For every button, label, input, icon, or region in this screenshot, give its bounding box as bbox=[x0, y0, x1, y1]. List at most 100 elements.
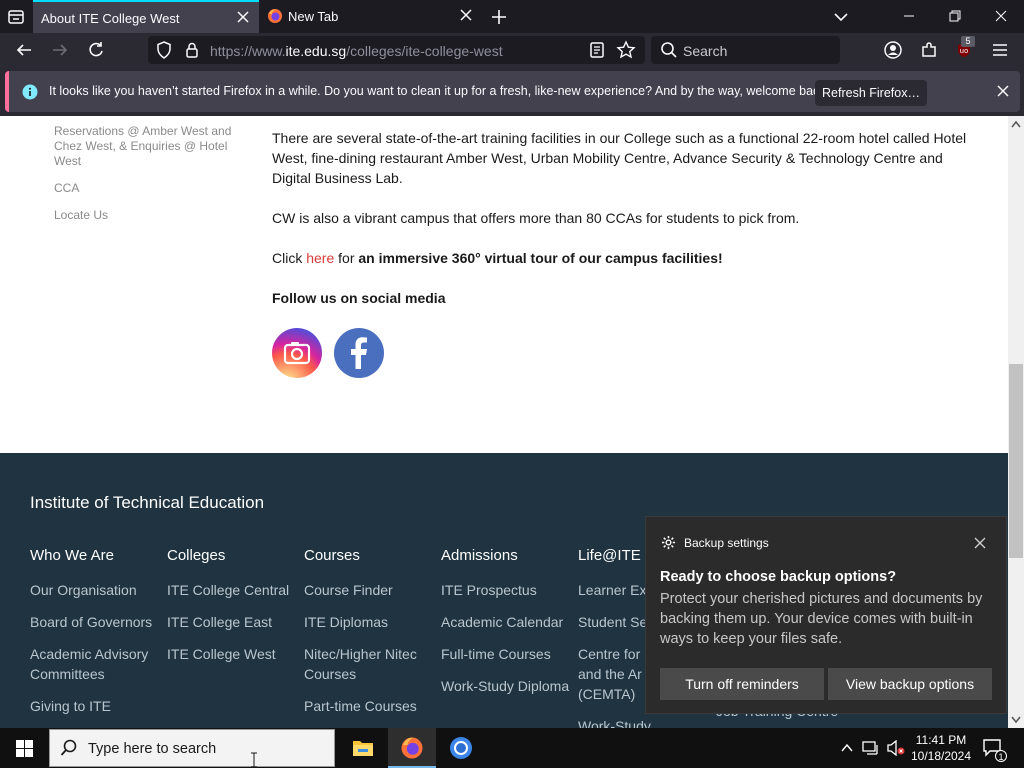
sidebar-item-reservations[interactable]: Reservations @ Amber West and Chez West,… bbox=[54, 124, 234, 169]
footer-link[interactable]: Course Finder bbox=[304, 580, 438, 600]
url-path: /colleges/ite-college-west bbox=[346, 43, 503, 59]
reload-icon[interactable] bbox=[86, 40, 106, 60]
facebook-icon[interactable] bbox=[334, 328, 384, 378]
footer-heading[interactable]: Admissions bbox=[441, 547, 575, 564]
reader-view-icon[interactable] bbox=[587, 40, 607, 60]
footer-heading[interactable]: Colleges bbox=[167, 547, 301, 564]
sidebar-item-locate-us[interactable]: Locate Us bbox=[54, 208, 234, 223]
footer-link[interactable]: Learner Ex bbox=[578, 580, 648, 600]
show-hidden-icons-chevron-up-icon[interactable] bbox=[840, 741, 854, 760]
close-notification-icon[interactable] bbox=[996, 84, 1010, 103]
tab-about-ite-college-west[interactable]: About ITE College West bbox=[33, 0, 259, 33]
account-icon[interactable] bbox=[883, 40, 903, 60]
info-icon bbox=[22, 84, 38, 105]
footer-heading[interactable]: Who We Are bbox=[30, 547, 164, 564]
cca-paragraph: CW is also a vibrant campus that offers … bbox=[272, 210, 800, 226]
refresh-firefox-button[interactable]: Refresh Firefox… bbox=[815, 80, 927, 106]
volume-muted-icon[interactable] bbox=[886, 739, 906, 761]
close-toast-icon[interactable] bbox=[974, 536, 986, 554]
url-text[interactable]: https://www.ite.edu.sg/colleges/ite-coll… bbox=[210, 43, 503, 59]
close-tab-icon[interactable] bbox=[236, 10, 250, 24]
footer-link[interactable]: Student Se bbox=[578, 612, 648, 632]
footer-link[interactable]: Academic Advisory Committees bbox=[30, 644, 164, 684]
refresh-firefox-notification: It looks like you haven’t started Firefo… bbox=[0, 67, 1024, 116]
bookmark-star-icon[interactable] bbox=[616, 40, 636, 60]
tour-prefix: Click bbox=[272, 250, 307, 266]
svg-text:uo: uo bbox=[960, 47, 969, 55]
scroll-thumb[interactable] bbox=[1009, 364, 1023, 558]
restore-icon[interactable] bbox=[932, 0, 978, 33]
text-cursor-icon bbox=[250, 752, 258, 768]
instagram-icon[interactable] bbox=[272, 328, 322, 378]
shield-icon[interactable] bbox=[154, 40, 174, 60]
footer-heading[interactable]: Courses bbox=[304, 547, 438, 564]
minimize-icon[interactable] bbox=[886, 0, 932, 33]
search-placeholder: Search bbox=[683, 43, 728, 59]
clock-date: 10/18/2024 bbox=[910, 749, 972, 763]
chrome-taskbar-icon[interactable] bbox=[437, 728, 485, 768]
taskbar-search-box[interactable]: Type here to search bbox=[49, 729, 335, 768]
firefox-icon bbox=[267, 8, 283, 24]
list-all-tabs-chevron-down-icon[interactable] bbox=[831, 7, 851, 27]
footer-link[interactable]: Centre for and the Ar (CEMTA) bbox=[578, 644, 648, 704]
url-host: ite.edu.sg bbox=[285, 43, 347, 59]
footer-column-admissions: Admissions ITE Prospectus Academic Calen… bbox=[441, 547, 575, 708]
sidebar-item-cca[interactable]: CCA bbox=[54, 181, 234, 196]
new-tab-icon[interactable] bbox=[488, 6, 510, 28]
extensions-puzzle-icon[interactable] bbox=[919, 40, 939, 60]
footer-link[interactable]: Board of Governors bbox=[30, 612, 164, 632]
footer-link[interactable]: ITE College Central bbox=[167, 580, 301, 600]
footer-link[interactable]: Work-Study Diploma bbox=[441, 676, 575, 696]
forward-arrow-icon[interactable] bbox=[50, 40, 70, 60]
footer-link[interactable]: ITE Prospectus bbox=[441, 580, 575, 600]
footer-title: Institute of Technical Education bbox=[30, 493, 265, 512]
search-bar[interactable]: Search bbox=[651, 36, 840, 64]
gear-icon bbox=[661, 535, 676, 555]
url-bar[interactable]: https://www.ite.edu.sg/colleges/ite-coll… bbox=[148, 36, 645, 64]
footer-link[interactable]: ITE College East bbox=[167, 612, 301, 632]
footer-link[interactable]: ITE Diplomas bbox=[304, 612, 438, 632]
system-clock[interactable]: 11:41 PM 10/18/2024 bbox=[908, 732, 974, 764]
back-arrow-icon[interactable] bbox=[14, 40, 34, 60]
footer-link[interactable]: ITE College West bbox=[167, 644, 301, 664]
tab-bar: About ITE College West New Tab bbox=[0, 0, 1024, 33]
footer-column-colleges: Colleges ITE College Central ITE College… bbox=[167, 547, 301, 676]
footer-link[interactable]: Part-time Courses bbox=[304, 696, 438, 716]
scroll-up-icon[interactable] bbox=[1011, 120, 1021, 128]
network-icon[interactable] bbox=[862, 740, 880, 761]
footer-link[interactable]: Full-time Courses bbox=[441, 644, 575, 664]
file-explorer-icon[interactable] bbox=[339, 728, 387, 768]
footer-link[interactable]: Our Organisation bbox=[30, 580, 164, 600]
footer-link[interactable]: Nitec/Higher Nitec Courses bbox=[304, 644, 438, 684]
toast-body: Protect your cherished pictures and docu… bbox=[660, 591, 983, 647]
windows-start-icon[interactable] bbox=[0, 728, 48, 768]
close-window-icon[interactable] bbox=[978, 0, 1024, 33]
firefox-taskbar-icon[interactable] bbox=[388, 728, 436, 768]
tab-new-tab[interactable]: New Tab bbox=[259, 0, 482, 33]
tour-bold-text: an immersive 360° virtual tour of our ca… bbox=[358, 250, 723, 266]
lock-icon[interactable] bbox=[182, 40, 202, 60]
toast-app-name: Backup settings bbox=[684, 536, 769, 550]
turn-off-reminders-button[interactable]: Turn off reminders bbox=[660, 668, 824, 700]
footer-link[interactable]: Work-Study bbox=[578, 716, 651, 728]
social-heading: Follow us on social media bbox=[272, 290, 446, 306]
footer-link[interactable]: Giving to ITE bbox=[30, 696, 164, 716]
footer-link[interactable]: Academic Calendar bbox=[441, 612, 575, 632]
search-icon bbox=[659, 40, 679, 60]
clock-time: 11:41 PM bbox=[915, 733, 967, 747]
footer-heading[interactable]: Life@ITE bbox=[578, 547, 648, 564]
scroll-down-icon[interactable] bbox=[1011, 716, 1021, 724]
extension-badge: 5 bbox=[961, 36, 975, 47]
close-tab-icon[interactable] bbox=[459, 8, 473, 22]
virtual-tour-link[interactable]: here bbox=[306, 250, 334, 266]
tour-middle: for bbox=[334, 250, 359, 266]
notification-box: It looks like you haven’t started Firefo… bbox=[5, 71, 1020, 112]
hamburger-menu-icon[interactable] bbox=[990, 40, 1010, 60]
firefox-view-icon[interactable] bbox=[6, 7, 26, 27]
url-prefix: https://www. bbox=[210, 43, 286, 59]
footer-column-life-at-ite: Life@ITE Learner Ex Student Se Centre fo… bbox=[578, 547, 651, 728]
facilities-paragraph: There are several state-of-the-art train… bbox=[272, 130, 967, 186]
search-icon bbox=[60, 739, 78, 762]
view-backup-options-button[interactable]: View backup options bbox=[828, 668, 992, 700]
footer-column-courses: Courses Course Finder ITE Diplomas Nitec… bbox=[304, 547, 438, 728]
